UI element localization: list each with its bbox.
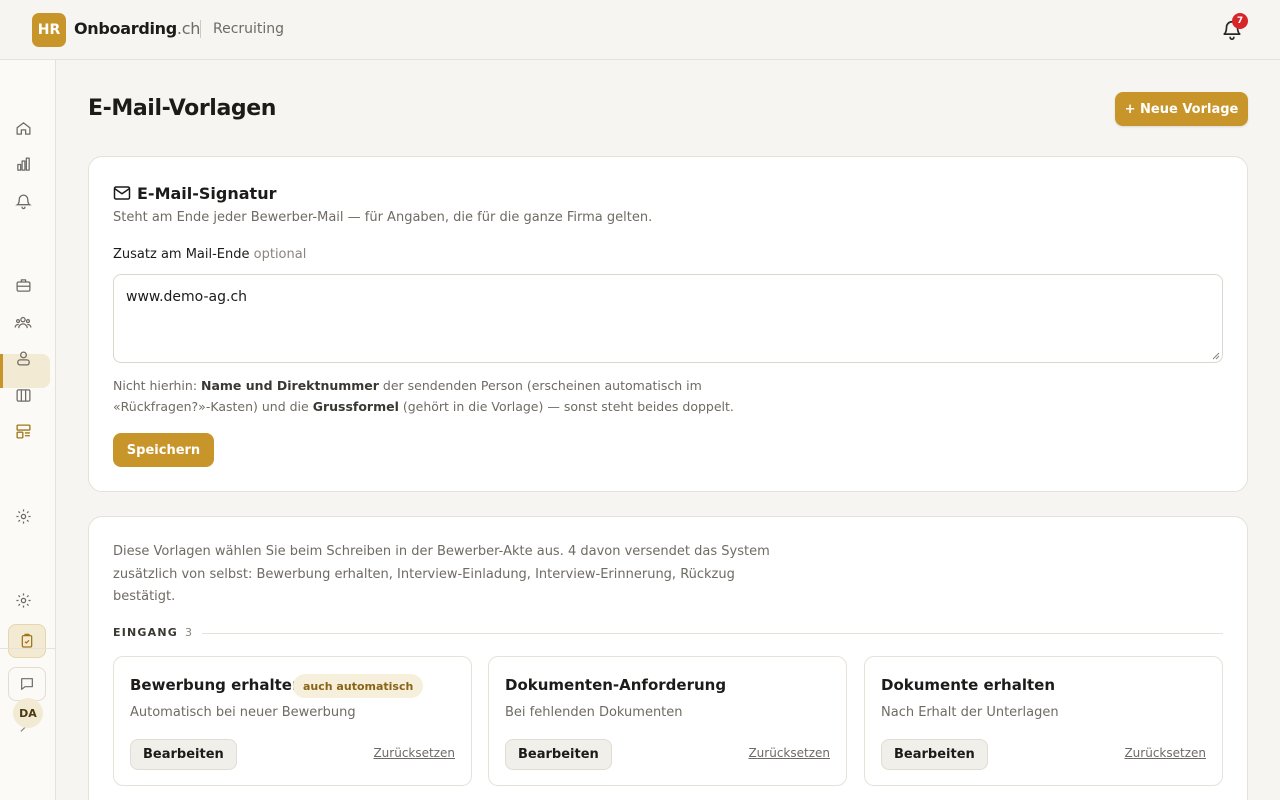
group-count: 3 [185, 626, 192, 639]
hint-part-1: Nicht hierhin: [113, 378, 202, 393]
signature-textarea[interactable]: www.demo-ag.ch [113, 274, 1223, 363]
edit-button[interactable]: Bearbeiten [505, 739, 612, 770]
signature-field-optional: optional [253, 247, 307, 262]
template-title: Dokumenten-Anforderung [505, 676, 727, 694]
hint-bold-2: Grussformel [312, 399, 399, 414]
resize-handle-icon[interactable] [1212, 352, 1220, 360]
nav-active-indicator [0, 354, 3, 388]
signature-hint: Nicht hierhin: Name und Direktnummer der… [113, 375, 753, 417]
reset-link[interactable]: Zurücksetzen [748, 746, 830, 760]
home-icon[interactable] [13, 118, 33, 138]
template-title: Bewerbung erhalten [130, 676, 303, 694]
brand-name-main: Onboarding [74, 19, 177, 38]
mail-icon [113, 186, 131, 200]
template-subtitle: Nach Erhalt der Unterlagen [881, 705, 1059, 720]
settings-icon[interactable] [13, 506, 33, 526]
brand-name-suffix: .ch [176, 19, 201, 38]
checklist-icon[interactable] [8, 624, 46, 658]
new-template-button[interactable]: + Neue Vorlage [1115, 92, 1248, 126]
top-bar: HR Onboarding.ch Recruiting 7 [0, 0, 1280, 60]
edit-button[interactable]: Bearbeiten [881, 739, 988, 770]
edit-button[interactable]: Bearbeiten [130, 739, 237, 770]
board-icon[interactable] [13, 385, 33, 405]
brand-name[interactable]: Onboarding.ch [74, 19, 200, 38]
page-title: E-Mail-Vorlagen [88, 96, 277, 121]
sidebar-divider [0, 648, 56, 649]
group-divider [202, 633, 1223, 634]
chart-icon[interactable] [13, 154, 33, 174]
chat-icon[interactable] [8, 667, 46, 701]
template-card: Dokumente erhalten Nach Erhalt der Unter… [864, 656, 1223, 786]
brand-separator [200, 20, 201, 38]
template-subtitle: Automatisch bei neuer Bewerbung [130, 705, 356, 720]
group-icon[interactable] [13, 312, 33, 332]
hint-part-3: (gehört in die Vorlage) — sonst steht be… [398, 399, 734, 414]
reset-link[interactable]: Zurücksetzen [373, 746, 455, 760]
signature-description: Steht am Ende jeder Bewerber-Mail — für … [113, 210, 653, 225]
auto-badge: auch automatisch [293, 674, 424, 698]
reset-link[interactable]: Zurücksetzen [1124, 746, 1206, 760]
template-card: Bewerbung erhalten auch automatisch Auto… [113, 656, 472, 786]
briefcase-icon[interactable] [13, 275, 33, 295]
template-title: Dokumente erhalten [881, 676, 1055, 694]
avatar[interactable]: DA [13, 698, 43, 728]
signature-field-label-text: Zusatz am Mail-Ende [113, 247, 250, 262]
signature-field-label: Zusatz am Mail-Ende optional [113, 247, 306, 262]
users-icon[interactable] [13, 348, 33, 368]
notification-count-badge: 7 [1232, 13, 1248, 29]
signature-title: E-Mail-Signatur [137, 184, 277, 203]
section-name: Recruiting [213, 21, 285, 37]
bell-icon[interactable] [13, 191, 33, 211]
template-subtitle: Bei fehlenden Dokumenten [505, 705, 683, 720]
save-button[interactable]: Speichern [113, 433, 214, 467]
templates-icon[interactable] [13, 421, 33, 441]
logo-badge[interactable]: HR [32, 13, 66, 47]
group-label: EINGANG [113, 626, 178, 639]
hint-bold-1: Name und Direktnummer [201, 378, 379, 393]
template-card: Dokumenten-Anforderung Bei fehlenden Dok… [488, 656, 847, 786]
settings-icon[interactable] [13, 590, 33, 610]
templates-description: Diese Vorlagen wählen Sie beim Schreiben… [113, 544, 770, 604]
